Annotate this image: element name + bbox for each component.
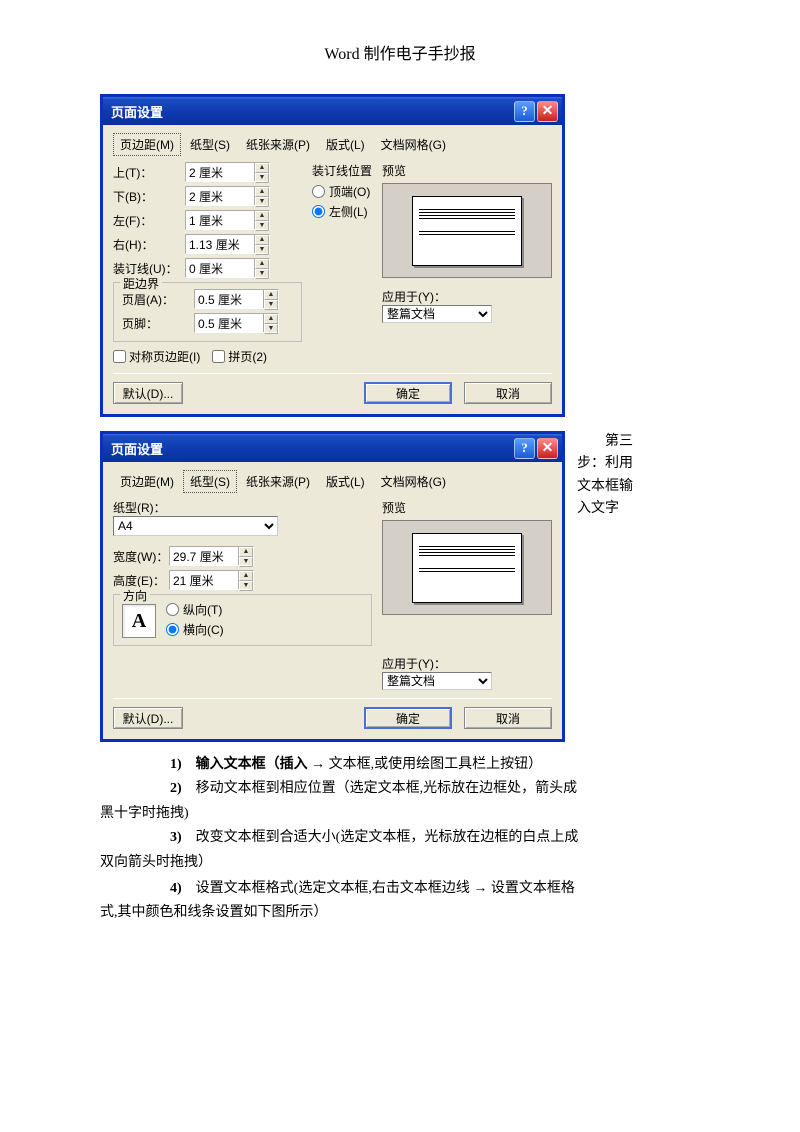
step-4: 4) 设置文本框格式(选定文本框,右击文本框边线 → 设置文本框格 bbox=[170, 876, 700, 900]
label-landscape: 横向(C) bbox=[183, 621, 224, 638]
input-header[interactable] bbox=[195, 290, 263, 308]
input-footer[interactable] bbox=[195, 314, 263, 332]
input-gutter[interactable] bbox=[186, 259, 254, 277]
dialog-caption: 页面设置 bbox=[111, 439, 512, 458]
select-apply[interactable]: 整篇文档 bbox=[382, 672, 492, 690]
default-button[interactable]: 默认(D)... bbox=[113, 382, 183, 404]
step-3: 3) 改变文本框到合适大小(选定文本框，光标放在边框的白点上成 bbox=[170, 827, 700, 849]
orientation-icon: A bbox=[122, 604, 156, 638]
step-3-cont: 双向箭头时拖拽） bbox=[100, 852, 700, 874]
tab-margins[interactable]: 页边距(M) bbox=[113, 470, 181, 493]
radio-portrait[interactable] bbox=[166, 603, 179, 616]
side-note: 第三步：利用文本框输入文字 bbox=[565, 431, 645, 521]
tab-strip: 页边距(M) 纸型(S) 纸张来源(P) 版式(L) 文档网格(G) bbox=[113, 470, 552, 493]
label-header: 页眉(A)： bbox=[122, 291, 194, 308]
input-height[interactable] bbox=[170, 571, 238, 589]
step-1: 1) 输入文本框（插入 → 文本框,或使用绘图工具栏上按钮） bbox=[170, 752, 700, 776]
tab-layout[interactable]: 版式(L) bbox=[319, 133, 372, 156]
tab-strip: 页边距(M) 纸型(S) 纸张来源(P) 版式(L) 文档网格(G) bbox=[113, 133, 552, 156]
input-left[interactable] bbox=[186, 211, 254, 229]
label-apply: 应用于(Y)： bbox=[382, 288, 552, 305]
group-edge: 页眉(A)：▲▼ 页脚：▲▼ bbox=[113, 282, 302, 342]
dialog-caption: 页面设置 bbox=[111, 102, 512, 121]
spinner-top[interactable]: ▲▼ bbox=[185, 162, 270, 182]
ok-button[interactable]: 确定 bbox=[364, 707, 452, 729]
tab-paper[interactable]: 纸型(S) bbox=[183, 133, 237, 156]
tab-source[interactable]: 纸张来源(P) bbox=[239, 470, 317, 493]
step-4-cont: 式,其中颜色和线条设置如下图所示） bbox=[100, 902, 700, 924]
group-orientation: A 纵向(T) 横向(C) bbox=[113, 594, 372, 646]
tab-layout[interactable]: 版式(L) bbox=[319, 470, 372, 493]
spinner-bottom[interactable]: ▲▼ bbox=[185, 186, 270, 206]
page-setup-dialog-margins: 页面设置 ? ✕ 页边距(M) 纸型(S) 纸张来源(P) 版式(L) 文档网格… bbox=[100, 94, 565, 417]
radio-gutter-left[interactable] bbox=[312, 205, 325, 218]
step-2-cont: 黑十字时拖拽) bbox=[100, 803, 700, 825]
instruction-steps: 1) 输入文本框（插入 → 文本框,或使用绘图工具栏上按钮） 2)2) 移动文本… bbox=[100, 752, 700, 925]
input-bottom[interactable] bbox=[186, 187, 254, 205]
label-gutter: 装订线(U)： bbox=[113, 260, 185, 277]
label-papertype: 纸型(R)： bbox=[113, 499, 372, 516]
label-gutter-pos: 装订线位置 bbox=[312, 162, 372, 179]
help-icon[interactable]: ? bbox=[514, 438, 535, 459]
spinner-width[interactable]: ▲▼ bbox=[169, 546, 254, 566]
checkbox-mirror[interactable]: 对称页边距(I) bbox=[113, 348, 200, 365]
cancel-button[interactable]: 取消 bbox=[464, 382, 552, 404]
spinner-right[interactable]: ▲▼ bbox=[185, 234, 270, 254]
spinner-height[interactable]: ▲▼ bbox=[169, 570, 254, 590]
preview-area bbox=[382, 520, 552, 615]
label-top: 上(T)： bbox=[113, 164, 185, 181]
label-bottom: 下(B)： bbox=[113, 188, 185, 205]
label-portrait: 纵向(T) bbox=[183, 601, 222, 618]
label-width: 宽度(W)： bbox=[113, 548, 169, 565]
radio-gutter-top[interactable] bbox=[312, 185, 325, 198]
select-paper[interactable]: A4 bbox=[113, 516, 278, 536]
spinner-left[interactable]: ▲▼ bbox=[185, 210, 270, 230]
select-apply[interactable]: 整篇文档 bbox=[382, 305, 492, 323]
ok-button[interactable]: 确定 bbox=[364, 382, 452, 404]
label-preview: 预览 bbox=[382, 162, 552, 179]
tab-paper[interactable]: 纸型(S) bbox=[183, 470, 237, 493]
label-left: 左(F)： bbox=[113, 212, 185, 229]
input-width[interactable] bbox=[170, 547, 238, 565]
label-height: 高度(E)： bbox=[113, 572, 169, 589]
label-gutter-left: 左侧(L) bbox=[329, 203, 368, 220]
spinner-gutter[interactable]: ▲▼ bbox=[185, 258, 270, 278]
tab-source[interactable]: 纸张来源(P) bbox=[239, 133, 317, 156]
close-icon[interactable]: ✕ bbox=[537, 438, 558, 459]
step-2: 2)2) 移动文本框到相应位置（选定文本框,光标放在边框处，箭头成 移动文本框到… bbox=[170, 778, 700, 800]
label-gutter-top: 顶端(O) bbox=[329, 183, 370, 200]
page-setup-dialog-paper: 页面设置 ? ✕ 页边距(M) 纸型(S) 纸张来源(P) 版式(L) 文档网格… bbox=[100, 431, 565, 742]
label-apply: 应用于(Y)： bbox=[382, 655, 552, 672]
titlebar[interactable]: 页面设置 ? ✕ bbox=[103, 97, 562, 125]
label-footer: 页脚： bbox=[122, 315, 194, 332]
checkbox-twopage[interactable]: 拼页(2) bbox=[212, 348, 267, 365]
label-preview: 预览 bbox=[382, 499, 552, 516]
input-top[interactable] bbox=[186, 163, 254, 181]
input-right[interactable] bbox=[186, 235, 254, 253]
label-right: 右(H)： bbox=[113, 236, 185, 253]
tab-margins[interactable]: 页边距(M) bbox=[113, 133, 181, 156]
radio-landscape[interactable] bbox=[166, 623, 179, 636]
preview-area bbox=[382, 183, 552, 278]
close-icon[interactable]: ✕ bbox=[537, 101, 558, 122]
tab-grid[interactable]: 文档网格(G) bbox=[374, 470, 453, 493]
spinner-footer[interactable]: ▲▼ bbox=[194, 313, 279, 333]
spinner-header[interactable]: ▲▼ bbox=[194, 289, 279, 309]
page-title: Word 制作电子手抄报 bbox=[100, 40, 700, 64]
titlebar[interactable]: 页面设置 ? ✕ bbox=[103, 434, 562, 462]
default-button[interactable]: 默认(D)... bbox=[113, 707, 183, 729]
cancel-button[interactable]: 取消 bbox=[464, 707, 552, 729]
tab-grid[interactable]: 文档网格(G) bbox=[374, 133, 453, 156]
help-icon[interactable]: ? bbox=[514, 101, 535, 122]
